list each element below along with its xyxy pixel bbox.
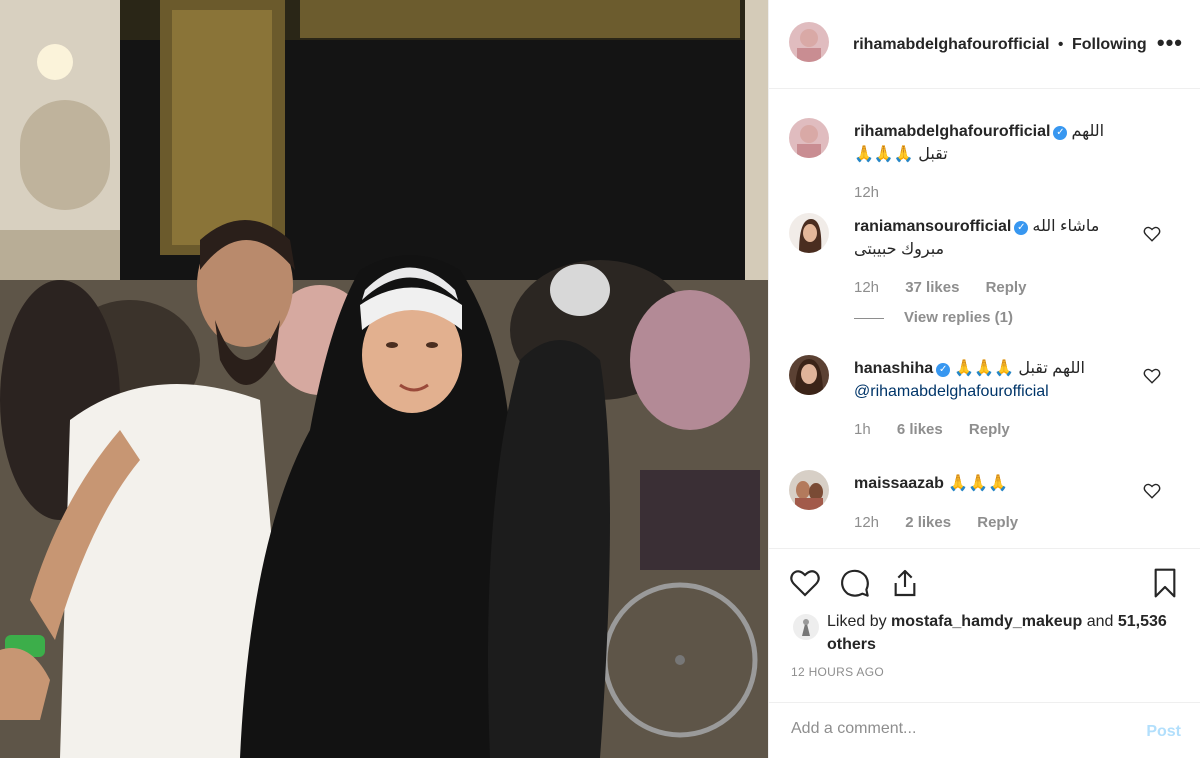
comment-text-line2: مبروك حبيبتى — [854, 241, 945, 258]
liked-by-user[interactable]: mostafa_hamdy_makeup — [891, 613, 1082, 630]
comment-text: ماشاء الله — [1032, 218, 1100, 235]
avatar-image — [789, 213, 829, 253]
comment-time[interactable]: 12h — [854, 514, 879, 531]
comment-like-heart-icon[interactable] — [1143, 225, 1161, 243]
comment-username[interactable]: rihamabdelghafourofficial — [854, 123, 1050, 140]
view-replies-label: View replies (1) — [904, 309, 1013, 326]
commenter-avatar[interactable] — [789, 355, 829, 395]
comment-meta: 12h — [854, 184, 901, 201]
comment-time[interactable]: 12h — [854, 279, 879, 296]
comment-username[interactable]: hanashiha — [854, 360, 933, 377]
commenter-avatar[interactable] — [789, 213, 829, 253]
caption-avatar[interactable] — [789, 118, 829, 158]
header-user-line: rihamabdelghafourofficial • Following — [853, 36, 1147, 54]
comment-icon[interactable] — [839, 567, 871, 599]
commenter-avatar[interactable] — [789, 470, 829, 510]
avatar-image — [789, 22, 829, 62]
comment-body: raniamansourofficial ✓ ماشاء الله مبروك حب… — [854, 215, 1144, 261]
add-comment-input[interactable] — [789, 719, 1113, 739]
comment-body: hanashiha ✓ اللهم تقبل 🙏🙏🙏 @rihamabdelghaf… — [854, 357, 1144, 403]
view-replies-link[interactable]: View replies (1) — [854, 309, 1013, 326]
more-horizontal-icon[interactable]: ••• — [1157, 30, 1183, 56]
bookmark-icon[interactable] — [1149, 567, 1181, 599]
comment-meta: 12h 2 likes Reply — [854, 514, 1040, 531]
reply-button[interactable]: Reply — [969, 421, 1010, 438]
view-replies-divider — [854, 317, 884, 319]
comment-likes-count[interactable]: 37 likes — [905, 279, 959, 296]
verified-badge-icon: ✓ — [936, 363, 951, 377]
comment-meta: 1h 6 likes Reply — [854, 421, 1032, 438]
avatar-image — [789, 470, 829, 510]
share-icon[interactable] — [889, 567, 921, 599]
comment-meta: 12h 37 likes Reply — [854, 279, 1048, 296]
comment-like-heart-icon[interactable] — [1143, 367, 1161, 385]
comment-text-line2: تقبل 🙏🙏🙏 — [854, 146, 948, 163]
caption-comment: rihamabdelghafourofficial ✓ اللهم تقبل 🙏🙏🙏… — [789, 118, 1181, 213]
post-photo[interactable] — [0, 0, 768, 758]
avatar-image — [789, 355, 829, 395]
comment-time[interactable]: 12h — [854, 184, 879, 201]
author-username[interactable]: rihamabdelghafourofficial — [853, 36, 1049, 53]
comment-username[interactable]: raniamansourofficial — [854, 218, 1011, 235]
post-side-panel: rihamabdelghafourofficial • Following ••… — [768, 0, 1200, 758]
comment-item: maissaazab 🙏🙏🙏 12h 2 likes Reply — [789, 470, 1181, 545]
photo-illustration — [0, 0, 768, 758]
post-header: rihamabdelghafourofficial • Following ••… — [769, 0, 1200, 89]
likes-text: Liked by mostafa_hamdy_makeup and 51,536… — [827, 610, 1167, 656]
comment-time[interactable]: 1h — [854, 421, 871, 438]
add-comment-bar: Post — [769, 702, 1200, 759]
comment-text: اللهم — [1071, 123, 1105, 140]
header-separator: • — [1057, 36, 1064, 53]
verified-badge-icon: ✓ — [1014, 221, 1029, 235]
liked-by-prefix: Liked by — [827, 613, 887, 630]
post-timestamp[interactable]: 12 HOURS AGO — [791, 665, 884, 679]
comment-text: 🙏🙏🙏 — [948, 475, 1009, 492]
reply-button[interactable]: Reply — [977, 514, 1018, 531]
comment-item: hanashiha ✓ اللهم تقبل 🙏🙏🙏 @rihamabdelghaf… — [789, 355, 1181, 455]
comment-likes-count[interactable]: 6 likes — [897, 421, 943, 438]
liked-by-and: and — [1086, 613, 1114, 630]
comment-text: اللهم تقبل 🙏🙏🙏 — [954, 360, 1085, 377]
caption-body: rihamabdelghafourofficial ✓ اللهم تقبل 🙏🙏🙏 — [854, 120, 1144, 166]
verified-badge-icon: ✓ — [1053, 126, 1068, 140]
comment-likes-count[interactable]: 2 likes — [905, 514, 951, 531]
reply-button[interactable]: Reply — [986, 279, 1027, 296]
mention-link[interactable]: @rihamabdelghafourofficial — [854, 383, 1049, 400]
comment-body: maissaazab 🙏🙏🙏 — [854, 472, 1144, 495]
author-avatar[interactable] — [789, 22, 829, 62]
liker-avatar[interactable] — [793, 614, 819, 640]
post-comment-button[interactable]: Post — [1146, 723, 1181, 741]
comment-item: raniamansourofficial ✓ ماشاء الله مبروك حب… — [789, 213, 1181, 333]
following-button[interactable]: Following — [1072, 36, 1147, 53]
avatar-image — [789, 118, 829, 158]
heart-icon[interactable] — [789, 567, 821, 599]
comment-like-heart-icon[interactable] — [1143, 482, 1161, 500]
comment-username[interactable]: maissaazab — [854, 475, 944, 492]
